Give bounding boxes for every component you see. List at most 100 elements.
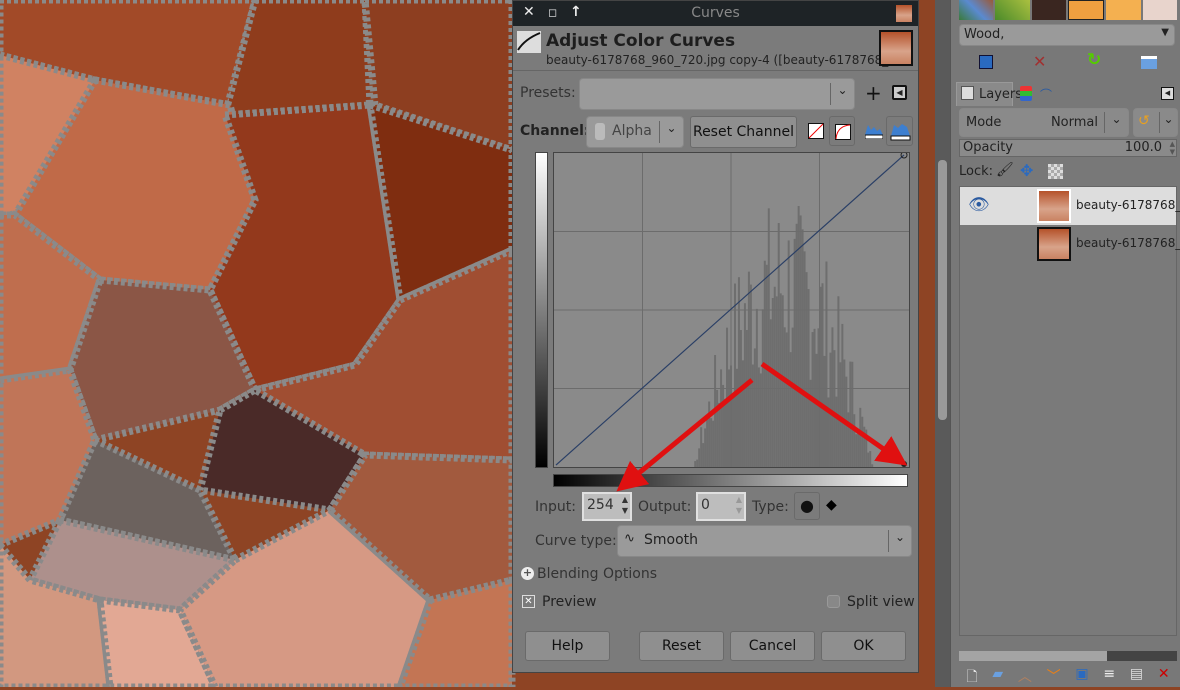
merge-layer-icon[interactable]: ≡ — [1103, 666, 1115, 686]
layer-name[interactable]: beauty-6178768_9 — [1076, 198, 1180, 212]
histogram-bar — [791, 327, 794, 467]
pattern-swatch[interactable] — [1031, 0, 1066, 20]
opacity-slider[interactable]: Opacity 100.0 ▲ ▼ — [959, 139, 1177, 157]
mode-label: Mode — [966, 115, 1002, 130]
input-value[interactable]: 254 — [587, 497, 614, 513]
refresh-icon[interactable]: ↻ — [1087, 50, 1101, 70]
histogram-bar — [863, 426, 866, 467]
reset-channel-button[interactable]: Reset Channel — [690, 116, 797, 148]
histogram-bar — [801, 229, 804, 467]
histogram-bar — [789, 352, 792, 467]
preview-checkbox[interactable]: ✕ — [522, 595, 535, 608]
tab-paths[interactable]: ⌒ — [1040, 86, 1052, 103]
opacity-value: 100.0 — [1124, 140, 1162, 155]
preset-menu-icon[interactable]: ◀ — [892, 85, 907, 100]
output-spinbox[interactable]: 0 ▲ ▼ — [696, 492, 746, 521]
histogram-bar — [859, 407, 862, 467]
spin-arrows-icon[interactable]: ▲ ▼ — [736, 494, 742, 516]
help-button[interactable]: Help — [525, 631, 610, 661]
smooth-point-type-button[interactable]: ● — [794, 492, 820, 520]
layers-toolbar: 🗋 ▰ ︿ ﹀ ▣ ≡ ▤ ✕ — [959, 666, 1177, 686]
histogram-bar — [694, 461, 697, 467]
scrollbar-thumb[interactable] — [938, 160, 947, 420]
ok-button[interactable]: OK — [821, 631, 906, 661]
histogram-bar — [839, 362, 842, 467]
spin-arrows-icon[interactable]: ▲ ▼ — [622, 494, 628, 516]
preview-label[interactable]: Preview — [542, 594, 597, 610]
histogram-bar — [737, 277, 740, 467]
pattern-swatch[interactable] — [1067, 0, 1105, 20]
lock-pixels-icon[interactable]: 🖌 — [996, 162, 1014, 178]
alpha-channel-icon — [595, 123, 605, 140]
presets-label: Presets: — [520, 85, 576, 101]
cancel-button[interactable]: Cancel — [730, 631, 815, 661]
split-view-label[interactable]: Split view — [847, 594, 915, 610]
layers-hscrollbar[interactable] — [959, 651, 1177, 661]
corner-point-type-icon[interactable]: ◆ — [826, 497, 837, 513]
layer-row[interactable]: 👁 beauty-6178768_9 — [960, 187, 1180, 225]
opacity-label: Opacity — [963, 140, 1014, 155]
output-value[interactable]: 0 — [701, 497, 710, 513]
visibility-toggle[interactable] — [968, 233, 988, 253]
histogram-bar — [696, 459, 699, 467]
eye-visibility-icon[interactable]: 👁 — [968, 195, 990, 215]
lower-layer-icon[interactable]: ﹀ — [1047, 666, 1061, 686]
split-view-checkbox[interactable] — [827, 595, 840, 608]
histogram-bar — [755, 308, 758, 467]
channel-combo[interactable]: Alpha ⌄ — [586, 116, 684, 148]
pattern-swatch[interactable] — [959, 0, 994, 20]
pattern-swatch[interactable] — [995, 0, 1030, 20]
input-label: Input: — [535, 499, 576, 515]
blending-options-expander[interactable]: Blending Options — [537, 566, 657, 582]
mode-combo[interactable]: Mode Normal ⌄ — [959, 108, 1129, 137]
log-histogram-icon[interactable] — [829, 116, 855, 146]
pattern-swatch[interactable] — [1142, 0, 1177, 20]
histogram-bar — [747, 271, 750, 467]
layer-mask-icon[interactable]: ▤ — [1130, 666, 1143, 686]
curve-type-combo[interactable]: ∿ Smooth ⌄ — [617, 525, 912, 557]
panel-menu-icon[interactable]: ◀ — [1161, 87, 1174, 100]
curve-graph[interactable] — [553, 152, 910, 468]
histogram-bar — [702, 443, 705, 467]
histogram-bar — [741, 360, 744, 467]
histogram-linear-icon[interactable] — [865, 121, 883, 139]
histogram-log-icon[interactable] — [886, 116, 913, 146]
curve-point[interactable] — [900, 152, 908, 159]
scrollbar-thumb[interactable] — [959, 651, 1107, 661]
delete-pattern-icon[interactable]: ✕ — [1033, 52, 1046, 71]
raise-layer-icon[interactable]: ︿ — [1018, 666, 1032, 686]
smooth-curve-icon: ∿ — [624, 531, 635, 546]
spin-arrows-icon[interactable]: ▲ ▼ — [1170, 140, 1175, 156]
selected-curve-point[interactable] — [901, 461, 908, 467]
lock-position-icon[interactable]: ✥ — [1020, 161, 1033, 180]
histogram-bar — [871, 464, 874, 467]
histogram-bar — [704, 428, 707, 467]
composite-mode-combo[interactable]: ↺ ⌄ — [1133, 108, 1178, 137]
input-spinbox[interactable]: 254 ▲ ▼ — [582, 492, 632, 521]
duplicate-pattern-icon[interactable] — [979, 55, 993, 69]
layer-thumbnail — [1037, 189, 1071, 223]
tab-channels[interactable] — [1020, 86, 1032, 101]
open-pattern-icon[interactable] — [1141, 56, 1157, 69]
histogram-bar — [751, 364, 754, 467]
pattern-name-field[interactable]: Wood, ▼ — [959, 24, 1175, 46]
layer-name[interactable]: beauty-6178768_9 — [1076, 236, 1180, 250]
reset-button[interactable]: Reset — [639, 631, 724, 661]
histogram-bar — [849, 361, 852, 467]
new-layer-group-icon[interactable]: ▰ — [992, 666, 1003, 686]
pattern-swatches[interactable] — [959, 0, 1177, 20]
tab-layers[interactable]: Layers — [956, 82, 1022, 106]
add-preset-icon[interactable]: + — [865, 81, 882, 105]
presets-combo[interactable]: ⌄ — [579, 78, 855, 110]
histogram-bar — [749, 284, 752, 467]
new-layer-icon[interactable]: 🗋 — [966, 666, 977, 686]
pattern-swatch[interactable] — [1106, 0, 1141, 20]
layer-row[interactable]: beauty-6178768_9 — [960, 225, 1180, 263]
duplicate-layer-icon[interactable]: ▣ — [1075, 666, 1088, 686]
histogram-bar — [743, 303, 746, 467]
linear-histogram-icon[interactable] — [808, 123, 824, 139]
canvas-vertical-scrollbar[interactable] — [935, 0, 950, 687]
delete-layer-icon[interactable]: ✕ — [1158, 666, 1170, 686]
expand-icon[interactable]: + — [521, 567, 534, 580]
lock-alpha-icon[interactable] — [1048, 164, 1063, 179]
